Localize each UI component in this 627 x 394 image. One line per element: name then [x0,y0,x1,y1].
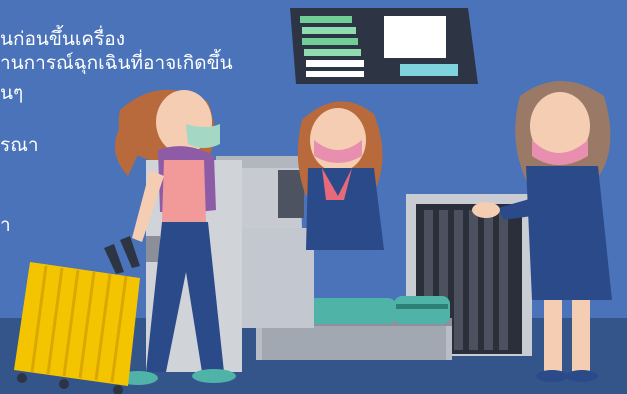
officer-middle [297,101,384,250]
flight-info-board [290,8,478,84]
text-line-4: รณา [0,134,39,156]
text-line-5: ่า [0,214,11,236]
text-line-2: านการณ์ฉุกเฉินที่อาจเกิดขึ้น [0,52,233,74]
text-line-3: นๆ [0,82,24,104]
luggage-bag [296,296,450,324]
text-line-1: นก่อนขึ้นเครื่อง [0,28,125,50]
